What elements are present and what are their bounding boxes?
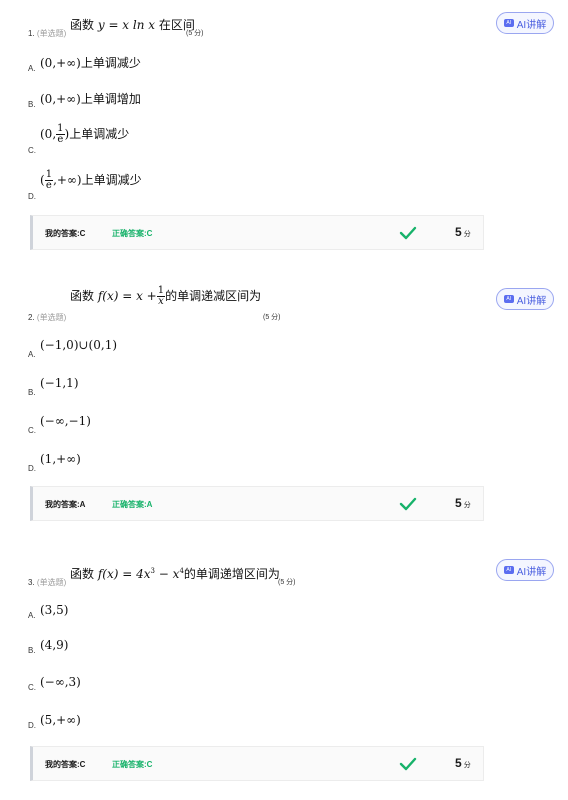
my-answer: 我的答案:C [45, 229, 86, 238]
question-stem: 函数 f(x) = x +1 x 的单调递减区间为 [70, 285, 262, 307]
question-stem: 函数 f(x) = 4x3 − x4的单调递增区间为 [70, 567, 280, 581]
question-1: AI AI讲解 1. (单选题) 函数 y = x ln x 在区间 (5 分)… [0, 0, 568, 260]
ai-explain-label: AI讲解 [516, 295, 547, 307]
ai-icon: AI [503, 295, 514, 303]
question-type-tag: (单选题) [36, 578, 67, 587]
checkmark-icon [399, 226, 417, 240]
ai-explain-button[interactable]: AI AI讲解 [496, 12, 554, 34]
checkmark-icon [399, 497, 417, 511]
answer-panel: 我的答案:A 正确答案:A 5分 [30, 486, 484, 521]
question-3: AI AI讲解 3. (单选题) 函数 f(x) = 4x3 − x4的单调递增… [0, 541, 568, 800]
answer-panel: 我的答案:C 正确答案:C 5分 [30, 746, 484, 781]
points-earned: 5分 [455, 496, 471, 510]
question-number: 2. (单选题) [28, 313, 67, 322]
question-number: 1. (单选题) [28, 29, 67, 38]
points-earned: 5分 [455, 756, 471, 770]
question-number: 3. (单选题) [28, 578, 67, 587]
question-stem: 函数 y = x ln x 在区间 [70, 18, 195, 32]
correct-answer: 正确答案:C [112, 760, 153, 769]
score-note: (5 分) [263, 314, 281, 321]
score-note: (5 分) [186, 30, 204, 37]
ai-icon: AI [503, 566, 514, 574]
fraction: 1e [56, 123, 65, 145]
ai-explain-button[interactable]: AI AI讲解 [496, 288, 554, 310]
score-note: (5 分) [278, 579, 296, 586]
question-type-tag: (单选题) [36, 29, 67, 38]
fraction: 1e [44, 169, 54, 191]
my-answer: 我的答案:A [45, 500, 86, 509]
ai-explain-label: AI讲解 [516, 566, 547, 578]
ai-icon: AI [503, 19, 514, 27]
question-2: AI AI讲解 2. (单选题) 函数 f(x) = x +1 x 的单调递减区间为… [0, 270, 568, 530]
fraction: 1x [156, 285, 166, 307]
my-answer: 我的答案:C [45, 760, 86, 769]
checkmark-icon [399, 757, 417, 771]
ai-explain-label: AI讲解 [516, 19, 547, 31]
ai-explain-button[interactable]: AI AI讲解 [496, 559, 554, 581]
question-type-tag: (单选题) [36, 313, 67, 322]
correct-answer: 正确答案:C [112, 229, 153, 238]
correct-answer: 正确答案:A [112, 500, 153, 509]
answer-panel: 我的答案:C 正确答案:C 5分 [30, 215, 484, 250]
points-earned: 5分 [455, 225, 471, 239]
